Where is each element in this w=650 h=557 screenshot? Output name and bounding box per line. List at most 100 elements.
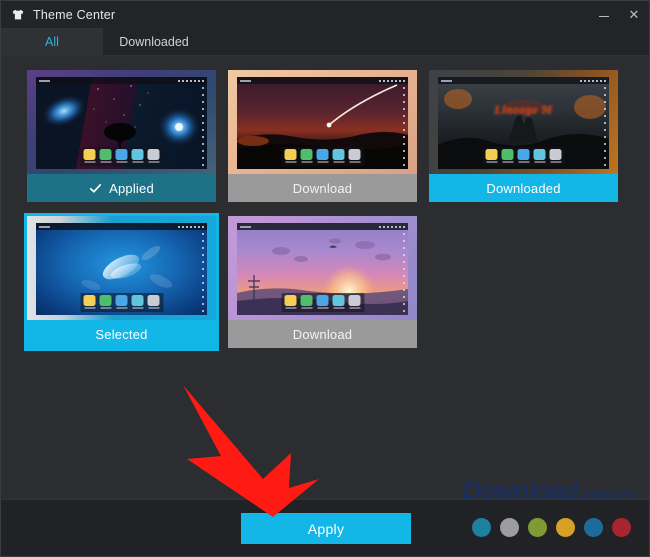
preview-topbar-indicators bbox=[178, 225, 204, 228]
dock-icon-store bbox=[348, 295, 361, 310]
dock-icon-media bbox=[131, 149, 144, 164]
theme-thumbnail bbox=[27, 216, 216, 320]
preview-side-dots bbox=[403, 233, 406, 312]
preview-topbar bbox=[237, 223, 408, 230]
dock-icon-download bbox=[99, 149, 112, 164]
preview-side-dots bbox=[202, 233, 205, 312]
theme-status-label: Selected bbox=[95, 326, 148, 342]
title-bar: Theme Center ✕ bbox=[1, 1, 649, 28]
theme-status-bar[interactable]: Download bbox=[228, 320, 417, 348]
minimize-button[interactable] bbox=[589, 1, 619, 28]
tab-all-label: All bbox=[45, 34, 59, 49]
theme-status-bar: Applied bbox=[27, 174, 216, 202]
theme-status-label: Download bbox=[292, 180, 353, 196]
dock-icon-download bbox=[300, 149, 313, 164]
theme-status-bar[interactable]: Download bbox=[228, 174, 417, 202]
dock-icon-store bbox=[147, 295, 160, 310]
tab-all[interactable]: All bbox=[1, 28, 103, 55]
tshirt-icon bbox=[11, 8, 25, 22]
theme-preview-screen bbox=[36, 223, 207, 315]
preview-side-dots bbox=[202, 87, 205, 166]
dock-icon-media bbox=[332, 149, 345, 164]
theme-grid-area: Applied Download Lineage M Downloaded Se… bbox=[1, 56, 649, 499]
theme-status-bar: Selected bbox=[27, 320, 216, 348]
theme-preview-screen bbox=[237, 77, 408, 169]
dock-icon-browser bbox=[115, 149, 128, 164]
preview-topbar-left bbox=[240, 225, 251, 228]
minimize-icon bbox=[599, 16, 609, 17]
tab-downloaded-label: Downloaded bbox=[119, 34, 189, 49]
color-swatch-blue[interactable] bbox=[584, 518, 603, 537]
dock-icon-folder bbox=[485, 149, 498, 164]
preview-dock bbox=[281, 147, 364, 166]
color-swatch-teal[interactable] bbox=[472, 518, 491, 537]
theme-thumbnail bbox=[228, 70, 417, 174]
theme-card-purple-sunrise[interactable]: Download bbox=[228, 216, 417, 348]
theme-center-window: Theme Center ✕ All Downloaded Applied Do… bbox=[0, 0, 650, 557]
preview-dock bbox=[80, 147, 163, 166]
theme-card-galaxy-tree[interactable]: Applied bbox=[27, 70, 216, 202]
preview-topbar-indicators bbox=[379, 79, 405, 82]
preview-dock bbox=[281, 293, 364, 312]
footer-bar: Download.com.vn Apply bbox=[1, 477, 649, 556]
watermark: Download.com.vn bbox=[462, 477, 636, 506]
dock-icon-media bbox=[332, 295, 345, 310]
dock-icon-media bbox=[533, 149, 546, 164]
dock-icon-browser bbox=[316, 295, 329, 310]
theme-status-bar[interactable]: Downloaded bbox=[429, 174, 618, 202]
dock-icon-browser bbox=[115, 295, 128, 310]
theme-grid: Applied Download Lineage M Downloaded Se… bbox=[24, 70, 623, 351]
dock-icon-folder bbox=[83, 149, 96, 164]
preview-topbar bbox=[237, 77, 408, 84]
preview-topbar-indicators bbox=[379, 225, 405, 228]
close-icon: ✕ bbox=[628, 6, 640, 22]
dock-icon-browser bbox=[316, 149, 329, 164]
theme-preview-screen: Lineage M bbox=[438, 77, 609, 169]
preview-topbar-left bbox=[240, 79, 251, 82]
close-button[interactable]: ✕ bbox=[619, 1, 649, 28]
theme-thumbnail bbox=[228, 216, 417, 320]
theme-preview-screen bbox=[237, 223, 408, 315]
preview-topbar-left bbox=[39, 79, 50, 82]
theme-preview-screen bbox=[36, 77, 207, 169]
check-icon bbox=[89, 182, 102, 195]
theme-thumbnail bbox=[27, 70, 216, 174]
theme-card-lineage-m[interactable]: Lineage M Downloaded bbox=[429, 70, 618, 202]
color-swatch-red[interactable] bbox=[612, 518, 631, 537]
preview-side-dots bbox=[403, 87, 406, 166]
color-swatch-amber[interactable] bbox=[556, 518, 575, 537]
theme-status-label: Downloaded bbox=[486, 180, 561, 196]
dock-icon-store bbox=[549, 149, 562, 164]
dock-icon-folder bbox=[284, 149, 297, 164]
preview-topbar-indicators bbox=[178, 79, 204, 82]
preview-topbar bbox=[438, 77, 609, 84]
dock-icon-download bbox=[501, 149, 514, 164]
preview-dock bbox=[80, 293, 163, 312]
preview-topbar-left bbox=[441, 79, 452, 82]
preview-topbar-left bbox=[39, 225, 50, 228]
preview-topbar-indicators bbox=[580, 79, 606, 82]
dock-icon-browser bbox=[517, 149, 530, 164]
dock-icon-download bbox=[99, 295, 112, 310]
dock-icon-download bbox=[300, 295, 313, 310]
theme-card-comet-sunset[interactable]: Download bbox=[228, 70, 417, 202]
color-swatch-olive-green[interactable] bbox=[528, 518, 547, 537]
dock-icon-folder bbox=[83, 295, 96, 310]
watermark-suffix: .com.vn bbox=[578, 486, 635, 503]
preview-dock bbox=[482, 147, 565, 166]
theme-card-blue-aurora[interactable]: Selected bbox=[24, 213, 219, 351]
theme-status-label: Applied bbox=[109, 180, 154, 196]
dock-icon-store bbox=[147, 149, 160, 164]
watermark-main: Download bbox=[462, 477, 579, 505]
preview-side-dots bbox=[604, 87, 607, 166]
tab-downloaded[interactable]: Downloaded bbox=[103, 28, 205, 55]
window-controls: ✕ bbox=[589, 1, 649, 28]
apply-button[interactable]: Apply bbox=[241, 513, 411, 544]
window-title: Theme Center bbox=[33, 7, 116, 22]
dock-icon-folder bbox=[284, 295, 297, 310]
tab-bar: All Downloaded bbox=[1, 28, 649, 56]
color-swatch-gray[interactable] bbox=[500, 518, 519, 537]
theme-thumbnail: Lineage M bbox=[429, 70, 618, 174]
color-swatch-list bbox=[472, 518, 631, 537]
dock-icon-media bbox=[131, 295, 144, 310]
